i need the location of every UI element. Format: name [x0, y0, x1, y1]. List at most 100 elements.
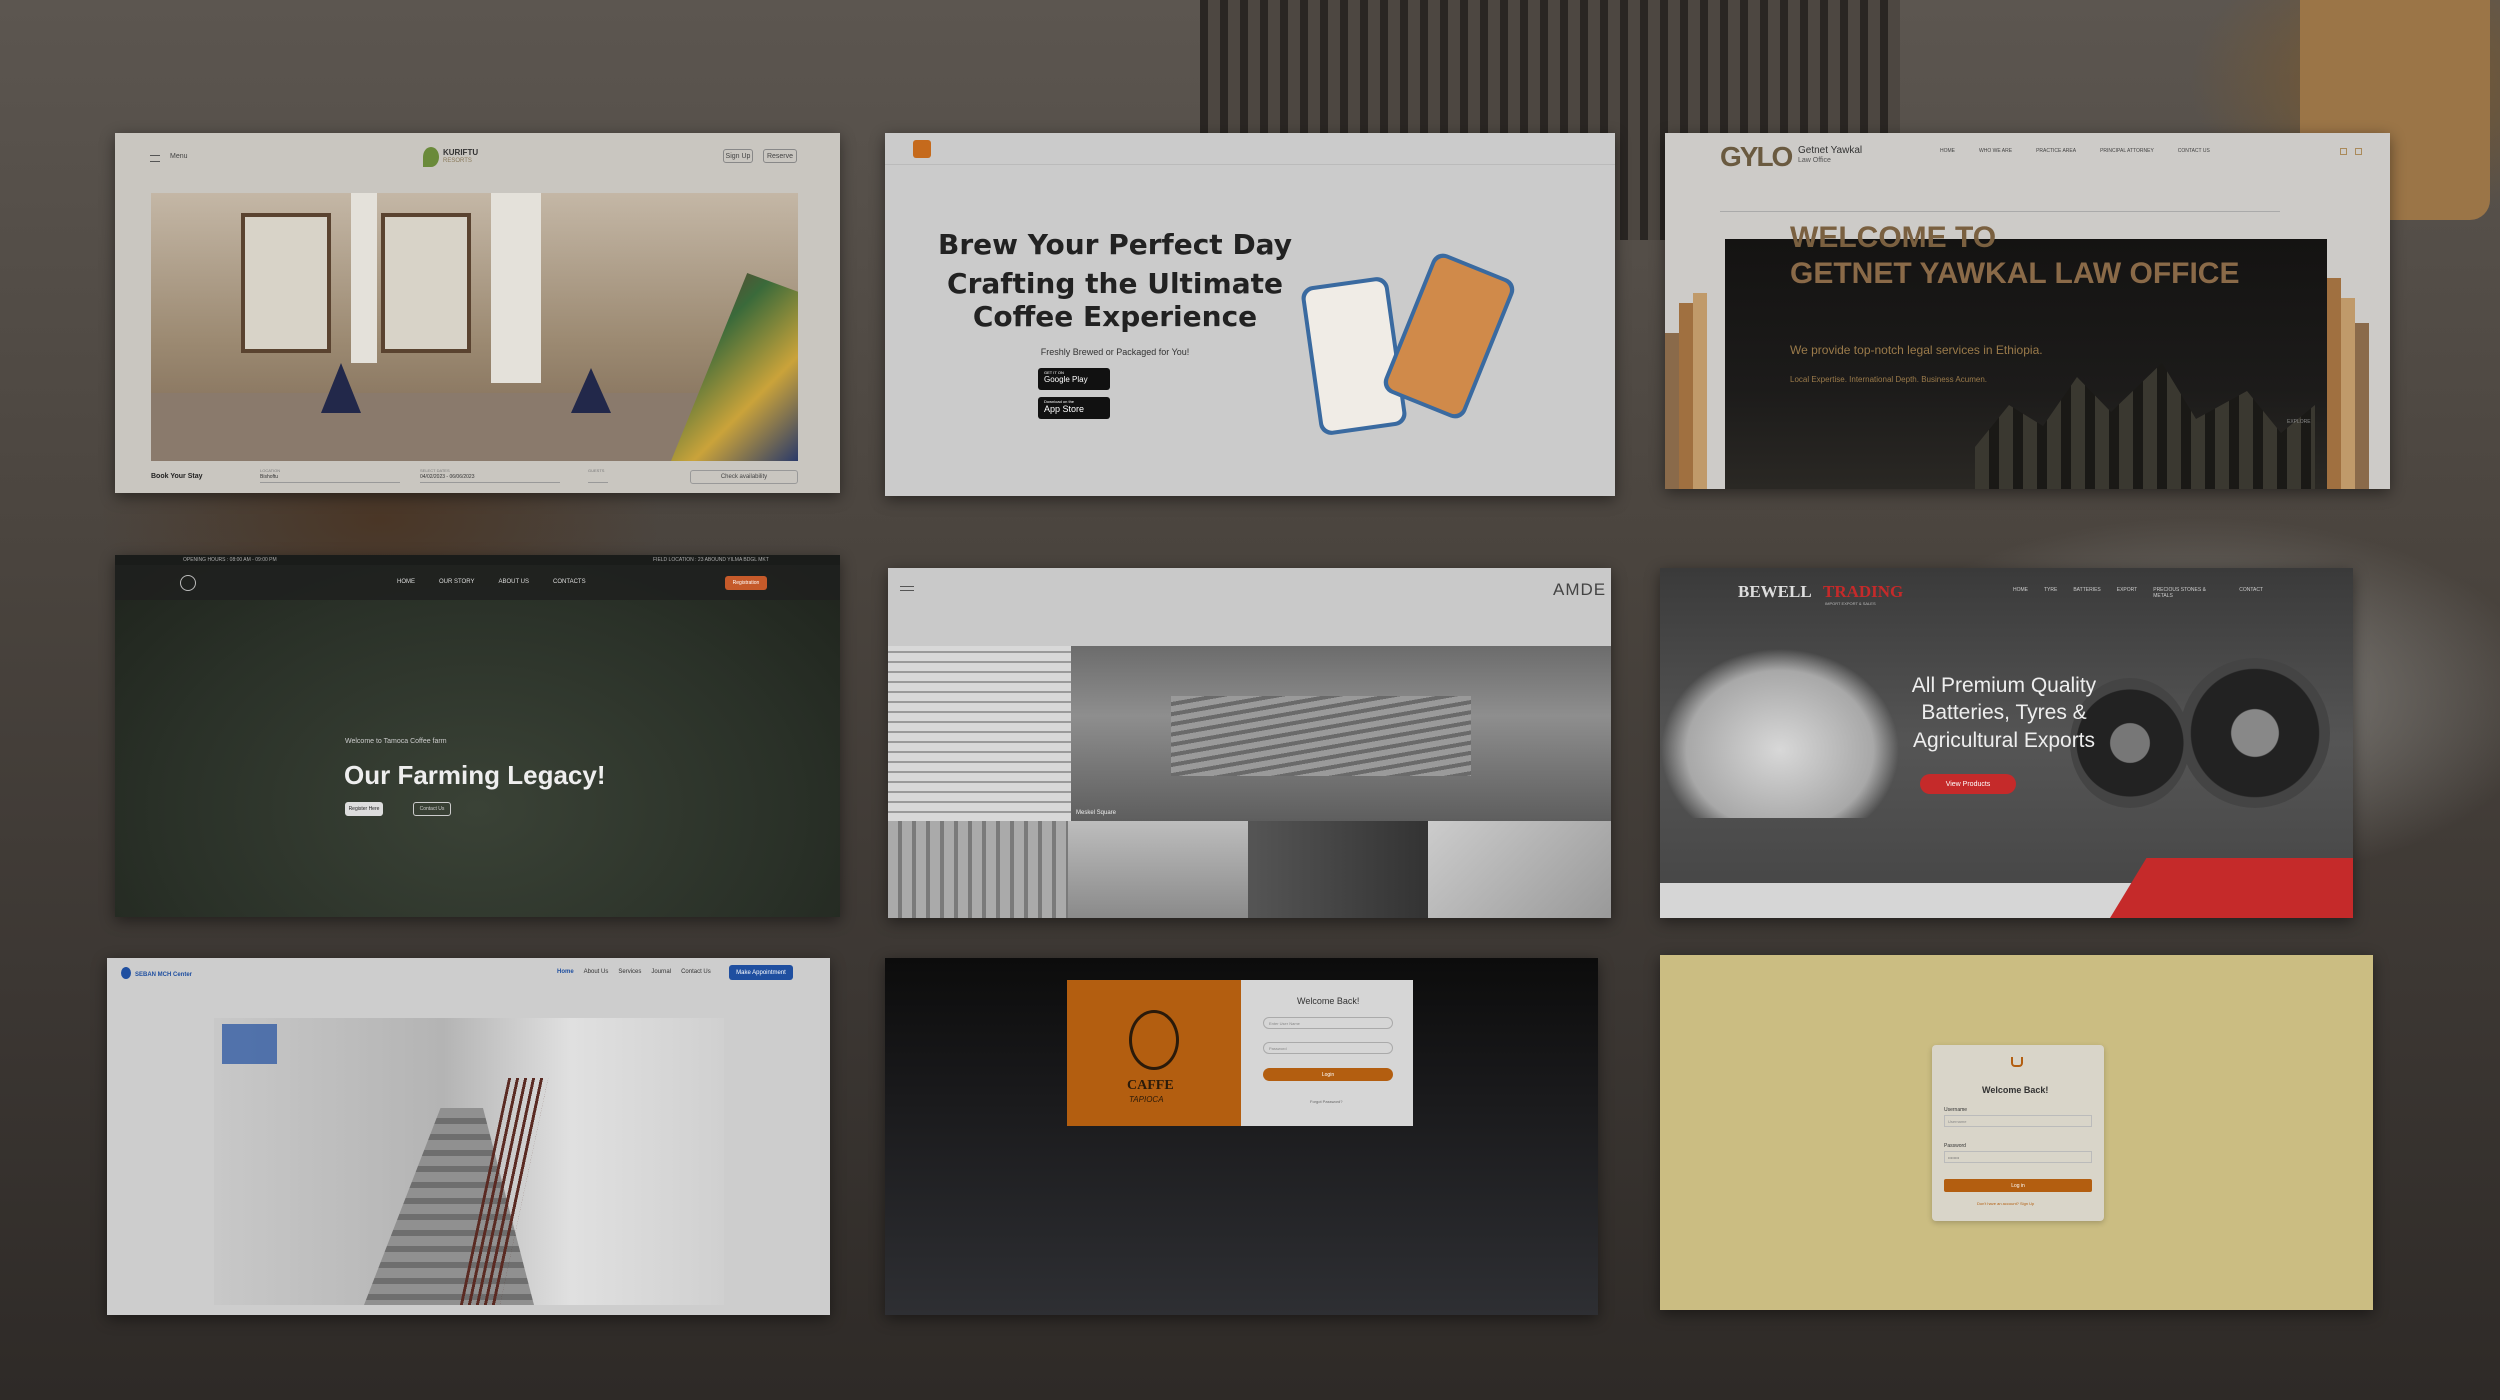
coffee-farm-card[interactable]: OPENING HOURS : 08:00 AM - 09:00 PM FIEL…: [115, 555, 840, 917]
gallery-thumb[interactable]: [888, 821, 1068, 918]
location-select[interactable]: Bishoftu: [260, 474, 400, 483]
password-placeholder: Password: [1269, 1046, 1287, 1051]
side-column: [2327, 278, 2341, 489]
steps: [1171, 696, 1471, 776]
side-column: [1679, 303, 1693, 489]
building-image: [888, 646, 1071, 821]
guests-select[interactable]: [588, 474, 608, 483]
check-availability-button[interactable]: Check availability: [690, 470, 798, 484]
menu-label[interactable]: Menu: [170, 153, 188, 160]
guests-label: GUESTS: [588, 468, 605, 473]
law-office-card[interactable]: GYLO Getnet Yawkal Law Office HOME WHO W…: [1665, 133, 2390, 489]
login-button[interactable]: Log in: [1944, 1179, 2092, 1192]
dates-value: 04/02/2023 - 06/06/2023: [420, 474, 475, 480]
google-play-badge[interactable]: GET IT ON Google Play: [1038, 368, 1110, 390]
law-logo[interactable]: GYLO: [1720, 141, 1793, 173]
nav-home[interactable]: Home: [557, 969, 574, 975]
apple-label: App Store: [1044, 404, 1085, 414]
app-store-badge[interactable]: Download on the App Store: [1038, 397, 1110, 419]
nav-our-story[interactable]: OUR STORY: [439, 579, 474, 585]
password-input[interactable]: Password: [1263, 1042, 1393, 1054]
bewell-headline: All Premium Quality Batteries, Tyres & A…: [1900, 672, 2108, 754]
side-column: [1693, 293, 1707, 489]
nav-contact[interactable]: CONTACT: [2239, 587, 2263, 599]
gallery-thumb[interactable]: [1428, 821, 1611, 918]
amde-brand: AMDE: [1553, 580, 1607, 599]
nav-export[interactable]: EXPORT: [2117, 587, 2137, 599]
username-placeholder: Username: [1948, 1119, 1967, 1124]
coffee-app-card[interactable]: Brew Your Perfect Day Crafting the Ultim…: [885, 133, 1615, 496]
hamburger-icon[interactable]: [900, 586, 914, 591]
nav-home[interactable]: HOME: [1940, 148, 1955, 154]
caffe-brand: CAFFE: [1127, 1078, 1174, 1093]
forgot-password-link[interactable]: Forgot Password?: [1310, 1099, 1342, 1104]
make-appointment-button[interactable]: Make Appointment: [729, 965, 793, 980]
image-caption: Meskel Square: [1076, 810, 1117, 816]
nav-precious-stones[interactable]: PRECIOUS STONES & METALS: [2153, 587, 2223, 599]
welcome-kicker: Welcome to Tamoca Coffee farm: [345, 738, 447, 745]
sign-plate: [222, 1024, 277, 1064]
registration-button[interactable]: Registration: [725, 576, 767, 590]
caffe-brand-sub: TAPIOCA: [1129, 1095, 1164, 1104]
seban-card[interactable]: SEBAN MCH Center Home About Us Services …: [107, 958, 830, 1315]
nav-contact-us[interactable]: CONTACT US: [2178, 148, 2210, 154]
seban-logo-icon[interactable]: [121, 967, 131, 979]
firm-sub: Law Office: [1798, 157, 1831, 164]
kuriftu-card[interactable]: Menu KURIFTU RESORTS Sign Up Reserve Boo…: [115, 133, 840, 493]
reserve-button[interactable]: Reserve: [763, 149, 797, 163]
law-tags: Local Expertise. International Depth. Bu…: [1790, 375, 1987, 384]
signup-link[interactable]: Don't have an account? Sign Up: [1977, 1201, 2034, 1206]
nav-batteries[interactable]: BATTERIES: [2073, 587, 2100, 599]
gallery-thumb[interactable]: [1248, 821, 1428, 918]
napkin: [321, 363, 361, 413]
window: [241, 213, 331, 353]
nav-about-us[interactable]: About Us: [584, 969, 609, 975]
nav-journal[interactable]: Journal: [651, 969, 671, 975]
yellow-login-card[interactable]: Welcome Back! Username Username Password…: [1660, 955, 2373, 1310]
tagline: Freshly Brewed or Packaged for You!: [1040, 347, 1190, 357]
register-here-button[interactable]: Register Here: [345, 802, 383, 816]
nav-contacts[interactable]: CONTACTS: [553, 579, 586, 585]
headline-block: Brew Your Perfect Day Crafting the Ultim…: [885, 228, 1345, 357]
headline-text: All Premium Quality Batteries, Tyres & A…: [1911, 674, 2097, 752]
social-icon[interactable]: [2355, 148, 2362, 155]
dates-input[interactable]: 04/02/2023 - 06/06/2023: [420, 474, 560, 483]
book-stay-label[interactable]: Book Your Stay: [151, 473, 202, 480]
nav-about-us[interactable]: ABOUT US: [498, 579, 529, 585]
nav-services[interactable]: Services: [618, 969, 641, 975]
coffee-logo-icon[interactable]: [913, 140, 931, 158]
nav-practice-area[interactable]: PRACTICE AREA: [2036, 148, 2076, 154]
menu-icon[interactable]: [150, 155, 160, 162]
brand-sub: RESORTS: [443, 158, 472, 164]
nav-contact-us[interactable]: Contact Us: [681, 969, 711, 975]
hero-image: [151, 193, 798, 461]
seban-nav: Home About Us Services Journal Contact U…: [557, 969, 711, 975]
social-icon[interactable]: [2340, 148, 2347, 155]
view-products-button[interactable]: View Products: [1920, 774, 2016, 794]
bewell-card[interactable]: BEWELL TRADING IMPORT EXPORT & SALES HOM…: [1660, 568, 2353, 918]
opening-hours: OPENING HOURS : 08:00 AM - 09:00 PM: [183, 557, 277, 563]
amde-card[interactable]: AMDE Meskel Square: [888, 568, 1611, 918]
nav-tyre[interactable]: TYRE: [2044, 587, 2057, 599]
nav-who-we-are[interactable]: WHO WE ARE: [1979, 148, 2012, 154]
caffe-login-card[interactable]: CAFFE TAPIOCA Welcome Back! Enter User N…: [885, 958, 1598, 1315]
farm-logo-icon[interactable]: [180, 575, 196, 591]
sign-up-button[interactable]: Sign Up: [723, 149, 753, 163]
skyline: [1975, 363, 2315, 489]
gallery-thumb[interactable]: [1068, 821, 1248, 918]
nav-home[interactable]: HOME: [397, 579, 415, 585]
password-input[interactable]: ••••••••: [1944, 1151, 2092, 1163]
curtain: [491, 193, 541, 383]
explore-link[interactable]: EXPLORE: [2287, 419, 2311, 425]
brand-name: KURIFTU: [443, 148, 479, 157]
username-input[interactable]: Enter User Name: [1263, 1017, 1393, 1029]
login-button[interactable]: Login: [1263, 1068, 1393, 1081]
nav-principal-attorney[interactable]: PRINCIPAL ATTORNEY: [2100, 148, 2154, 154]
contact-us-button[interactable]: Contact Us: [413, 802, 451, 816]
bewell-brand: BEWELL: [1738, 582, 1812, 601]
login-title: Welcome Back!: [1297, 996, 1360, 1006]
staircase-image: [214, 1018, 724, 1305]
login-title: Welcome Back!: [1982, 1085, 2049, 1095]
nav-home[interactable]: HOME: [2013, 587, 2028, 599]
username-input[interactable]: Username: [1944, 1115, 2092, 1127]
